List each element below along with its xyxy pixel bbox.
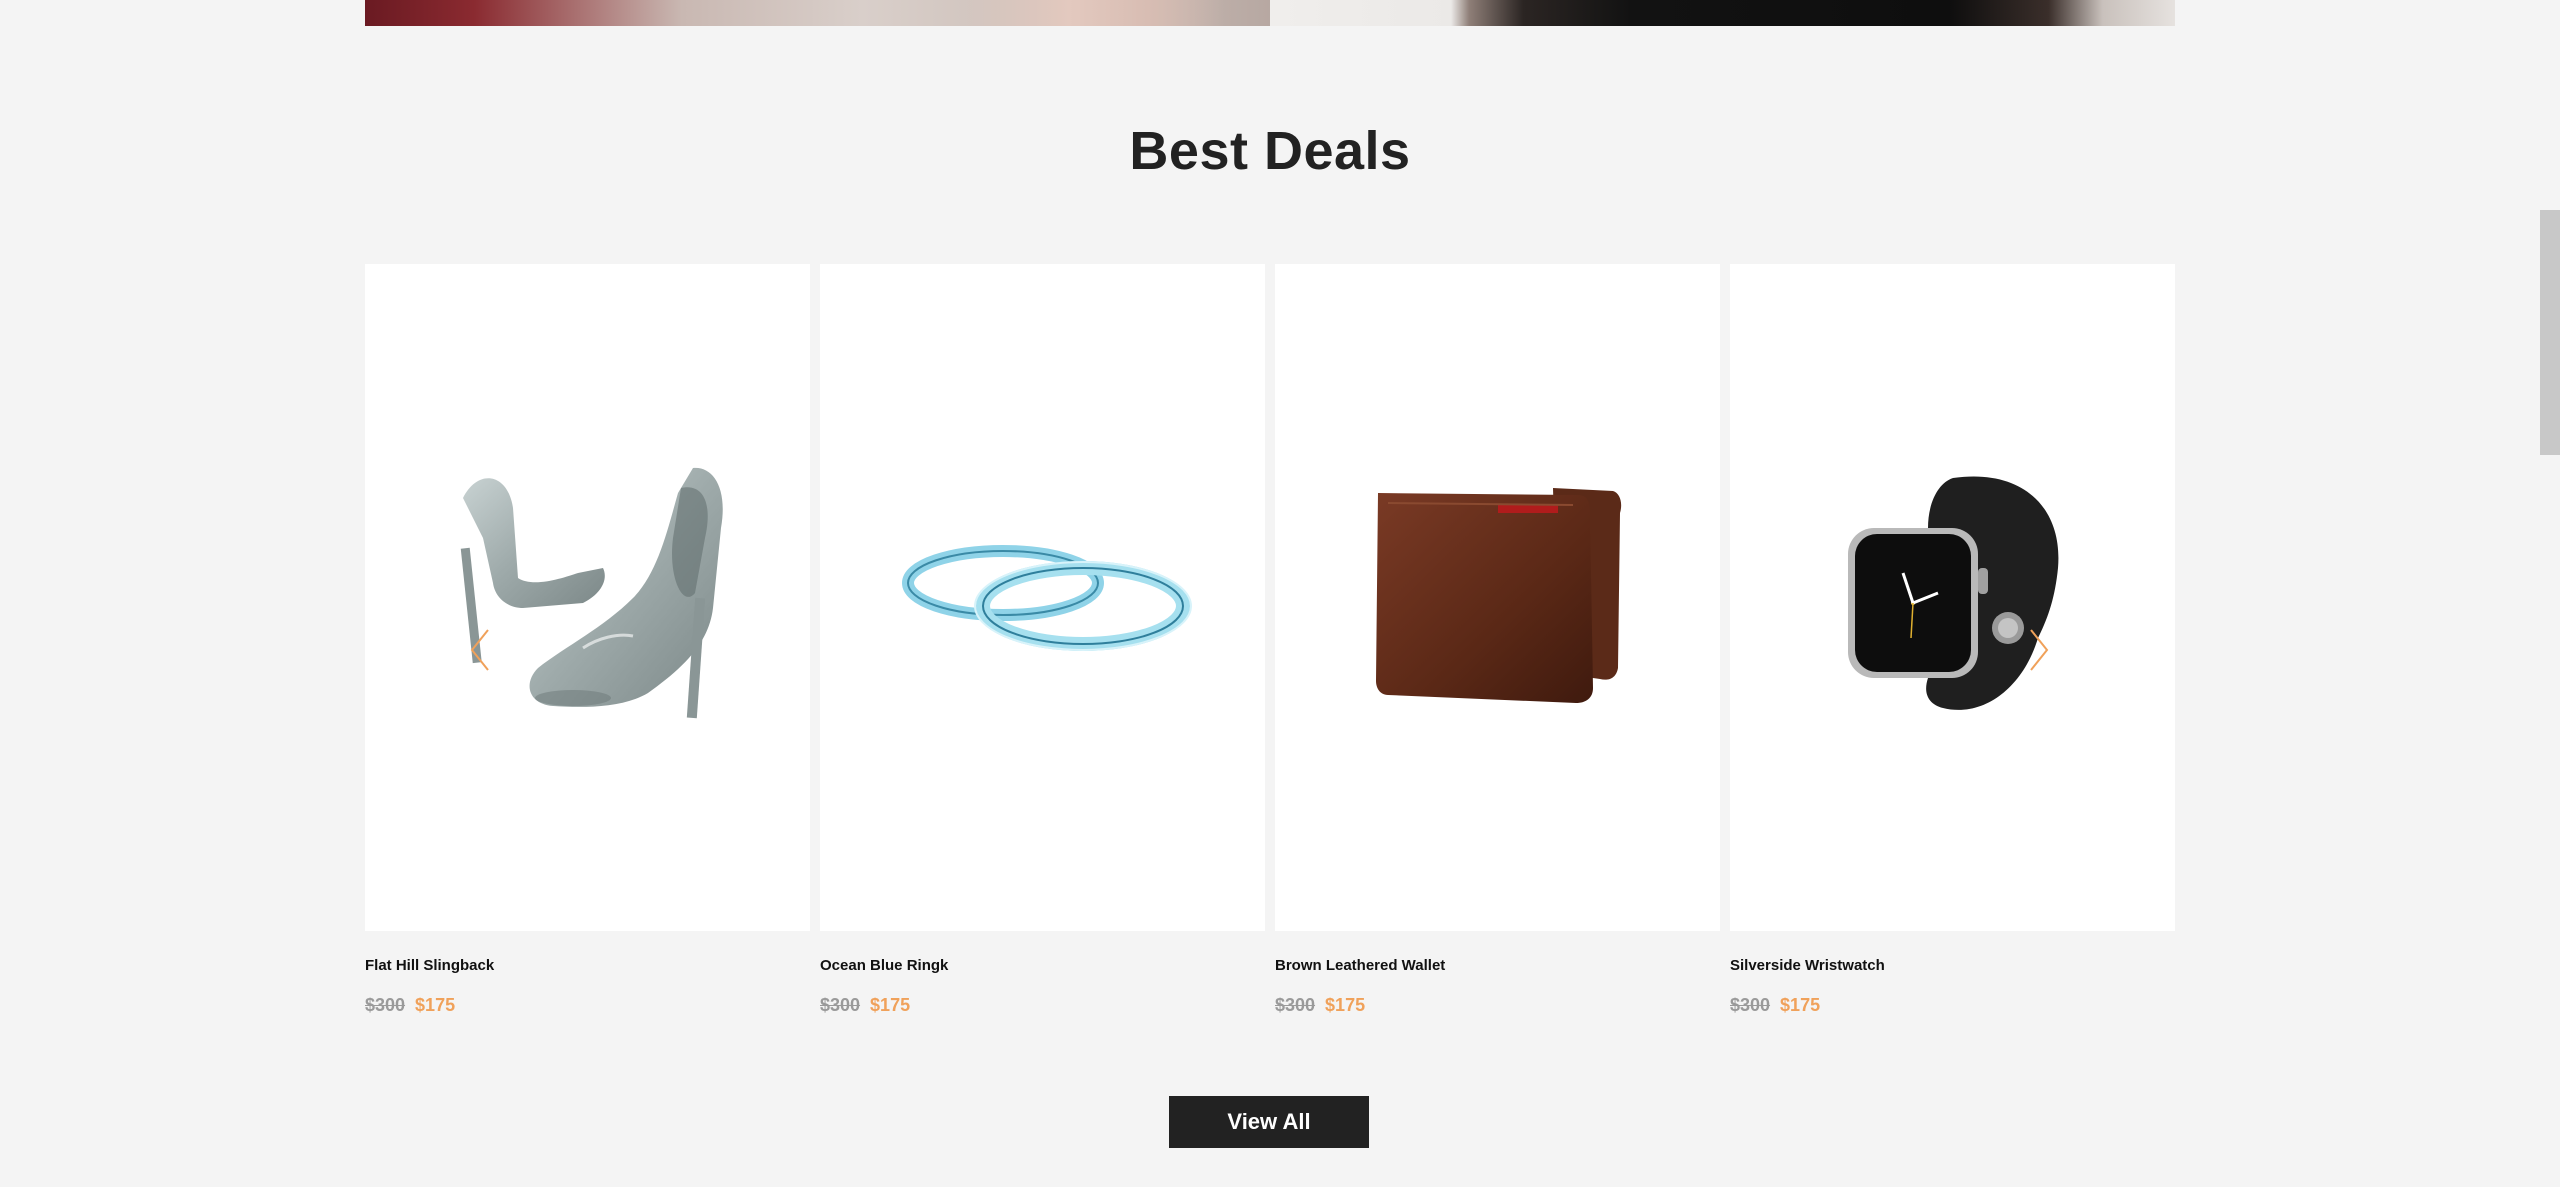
- product-name[interactable]: Brown Leathered Wallet: [1275, 957, 1720, 977]
- bracelet-rings-image: [901, 544, 1192, 651]
- hero-image-right: [1270, 0, 2175, 26]
- product-card[interactable]: Silverside Wristwatch $300 $175: [1730, 264, 2175, 1016]
- product-name[interactable]: Ocean Blue Ringk: [820, 957, 1265, 977]
- smartwatch-image: [1847, 475, 2058, 710]
- price-row: $300 $175: [1275, 995, 1720, 1016]
- original-price: $300: [820, 995, 861, 1015]
- carousel-next-button[interactable]: [2024, 625, 2054, 675]
- hero-banner-bottom: [365, 0, 2175, 26]
- chevron-left-icon: [470, 629, 489, 671]
- sale-price: $175: [1325, 995, 1366, 1015]
- product-card[interactable]: Flat Hill Slingback $300 $175: [365, 264, 810, 1016]
- chevron-right-icon: [2030, 629, 2049, 671]
- carousel-prev-button[interactable]: [465, 625, 495, 675]
- high-heel-shoes-image: [460, 467, 723, 718]
- product-card[interactable]: Ocean Blue Ringk $300 $175: [820, 264, 1265, 1016]
- sale-price: $175: [415, 995, 456, 1015]
- original-price: $300: [1730, 995, 1771, 1015]
- product-carousel: Flat Hill Slingback $300 $175 Ocean Blue…: [365, 264, 2175, 1016]
- page-scrollbar[interactable]: [2540, 0, 2560, 1187]
- original-price: $300: [1275, 995, 1316, 1015]
- price-row: $300 $175: [365, 995, 810, 1016]
- leather-wallet-image: [1375, 487, 1621, 703]
- product-name[interactable]: Flat Hill Slingback: [365, 957, 810, 977]
- section-title: Best Deals: [1129, 121, 1411, 181]
- scrollbar-thumb[interactable]: [2540, 210, 2560, 455]
- product-image[interactable]: [820, 264, 1265, 931]
- original-price: $300: [365, 995, 406, 1015]
- price-row: $300 $175: [820, 995, 1265, 1016]
- sale-price: $175: [870, 995, 911, 1015]
- price-row: $300 $175: [1730, 995, 2175, 1016]
- sale-price: $175: [1780, 995, 1821, 1015]
- product-image[interactable]: [1275, 264, 1720, 931]
- view-all-button[interactable]: View All: [1169, 1096, 1369, 1148]
- product-image[interactable]: [365, 264, 810, 931]
- product-card[interactable]: Brown Leathered Wallet $300 $175: [1275, 264, 1720, 1016]
- product-image[interactable]: [1730, 264, 2175, 931]
- hero-image-left: [365, 0, 1270, 26]
- product-name[interactable]: Silverside Wristwatch: [1730, 957, 2175, 977]
